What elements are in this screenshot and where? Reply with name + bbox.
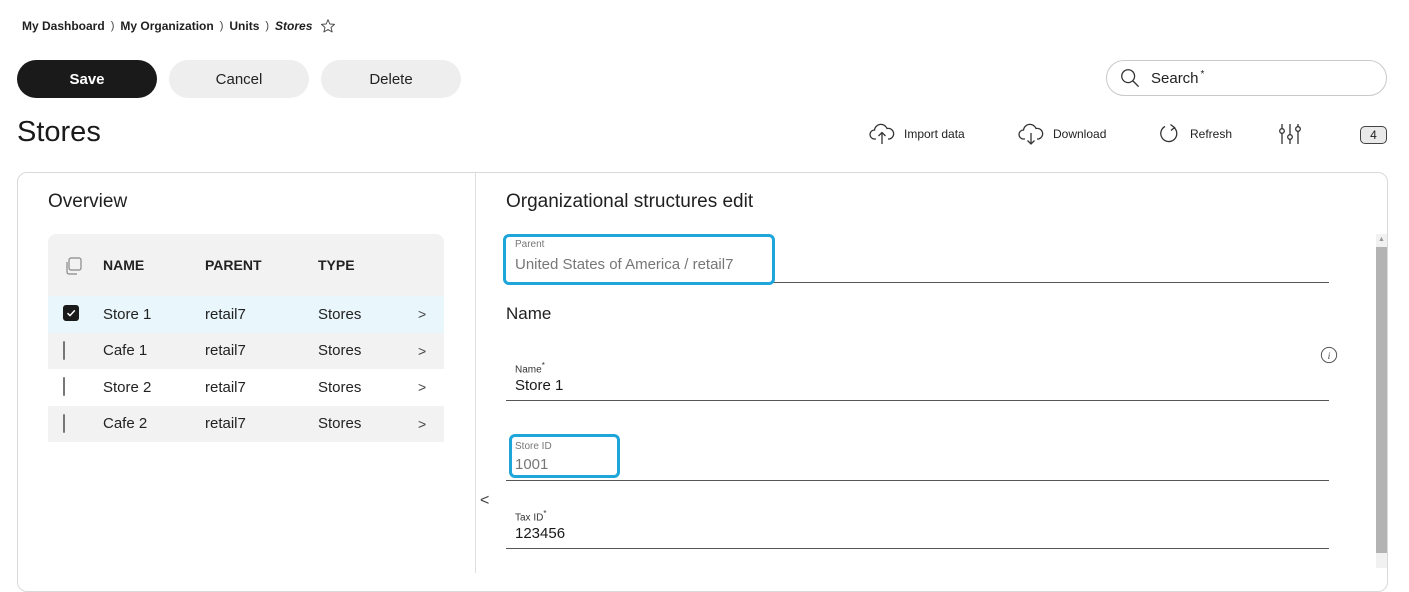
download-button[interactable]: Download (1018, 122, 1106, 146)
tax-id-field-value: 123456 (515, 525, 566, 542)
cell-name: Store 2 (103, 378, 152, 396)
column-header-type[interactable]: TYPE (318, 257, 355, 273)
section-title-name: Name (506, 304, 552, 323)
name-field[interactable]: Name* Store 1 (506, 352, 1329, 401)
delete-button[interactable]: Delete (321, 60, 461, 98)
table-row[interactable]: Cafe 1 retail7 Stores > (48, 332, 444, 369)
panel-divider (475, 173, 476, 573)
cell-name: Cafe 1 (103, 342, 148, 360)
breadcrumb-current: Stores (275, 19, 313, 33)
table-row[interactable]: Store 2 retail7 Stores > (48, 369, 444, 406)
form-scrollbar-thumb[interactable] (1376, 247, 1387, 553)
sliders-icon (1279, 124, 1301, 144)
import-data-button[interactable]: Import data (869, 122, 965, 146)
name-field-value: Store 1 (515, 377, 564, 394)
chevron-right-icon[interactable]: > (418, 379, 426, 395)
store-id-field[interactable]: Store ID 1001 (506, 432, 1329, 481)
refresh-button[interactable]: Refresh (1157, 122, 1232, 146)
import-data-label: Import data (904, 127, 965, 141)
download-label: Download (1053, 127, 1107, 141)
cell-type: Stores (318, 378, 362, 396)
breadcrumb-separator: ) (265, 20, 270, 32)
star-icon[interactable] (320, 18, 336, 34)
filter-settings-button[interactable] (1277, 122, 1312, 146)
cell-name: Cafe 2 (103, 415, 148, 433)
cell-type: Stores (318, 305, 362, 323)
row-checkbox[interactable] (63, 413, 81, 433)
chevron-right-icon[interactable]: > (418, 416, 426, 432)
cell-type: Stores (318, 342, 362, 360)
parent-field-highlight (503, 234, 775, 285)
overview-table: NAME PARENT TYPE Store 1 retail7 Stores … (48, 234, 444, 442)
collapse-panel-toggle[interactable]: < (480, 492, 489, 510)
cloud-upload-icon (869, 123, 895, 144)
breadcrumb-item-dashboard[interactable]: My Dashboard (22, 19, 105, 33)
chevron-right-icon[interactable]: > (418, 306, 426, 322)
row-checkbox[interactable] (63, 377, 81, 397)
store-id-field-highlight (509, 434, 620, 478)
form-title: Organizational structures edit (506, 191, 754, 212)
search-input[interactable]: Search * (1106, 60, 1387, 96)
chevron-right-icon[interactable]: > (418, 343, 426, 359)
page-title: Stores (17, 116, 101, 148)
name-field-label: Name* (515, 361, 545, 376)
refresh-icon (1160, 123, 1178, 143)
table-header: NAME PARENT TYPE (48, 234, 444, 296)
tax-id-field[interactable]: Tax ID* 123456 (506, 500, 1329, 549)
overview-title: Overview (48, 191, 128, 212)
cell-parent: retail7 (205, 378, 246, 396)
filter-count-badge[interactable]: 4 (1360, 126, 1387, 144)
scroll-up-arrow-icon[interactable]: ▲ (1376, 234, 1387, 246)
breadcrumb-item-organization[interactable]: My Organization (120, 19, 213, 33)
column-header-name[interactable]: NAME (103, 257, 144, 273)
cell-parent: retail7 (205, 342, 246, 360)
row-checkbox[interactable] (63, 340, 81, 360)
breadcrumb-separator: ) (110, 20, 115, 32)
search-icon (1121, 69, 1139, 87)
tax-id-field-label: Tax ID* (515, 509, 547, 524)
checkmark-icon (63, 305, 79, 322)
search-label: Search * (1151, 69, 1205, 87)
table-row[interactable]: Cafe 2 retail7 Stores > (48, 405, 444, 442)
save-button[interactable]: Save (17, 60, 157, 98)
breadcrumb: My Dashboard ) My Organization ) Units )… (22, 17, 336, 35)
row-checkbox[interactable] (63, 305, 81, 323)
cell-type: Stores (318, 415, 362, 433)
cell-parent: retail7 (205, 305, 246, 323)
column-header-parent[interactable]: PARENT (205, 257, 262, 273)
breadcrumb-item-units[interactable]: Units (229, 19, 259, 33)
cell-parent: retail7 (205, 415, 246, 433)
cloud-download-icon (1018, 123, 1044, 145)
cancel-button[interactable]: Cancel (169, 60, 309, 98)
cell-name: Store 1 (103, 305, 152, 323)
refresh-label: Refresh (1190, 127, 1233, 141)
table-row[interactable]: Store 1 retail7 Stores > (48, 296, 444, 333)
breadcrumb-separator: ) (219, 20, 224, 32)
copy-icon[interactable] (63, 256, 82, 275)
